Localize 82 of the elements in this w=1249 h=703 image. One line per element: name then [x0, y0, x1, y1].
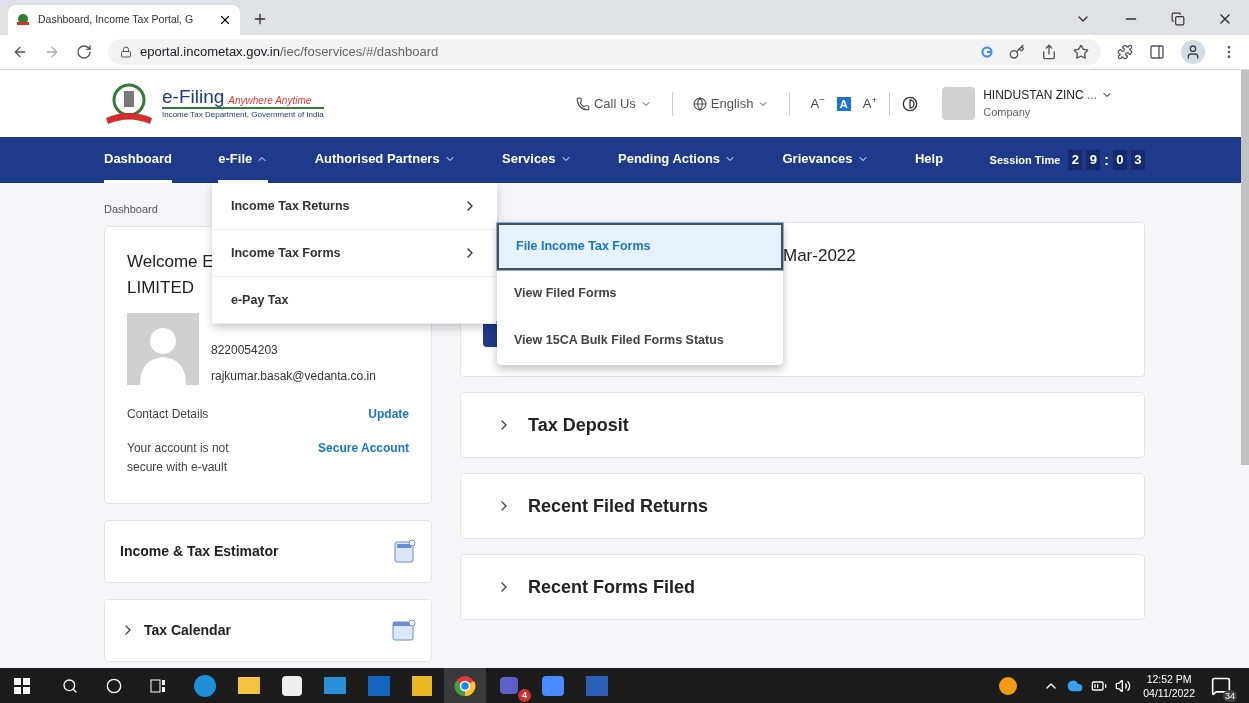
nav-tab[interactable]: Help [915, 137, 944, 183]
task-view-icon[interactable] [150, 677, 166, 694]
browser-tab[interactable]: Dashboard, Income Tax Portal, G [8, 5, 240, 35]
submenu-item[interactable]: View Filed Forms [497, 270, 783, 317]
contrast-icon[interactable] [902, 95, 919, 112]
calendar-icon [392, 619, 416, 641]
timer-digit: : [1104, 150, 1109, 170]
emblem-logo-icon [104, 81, 154, 126]
bookmark-star-icon[interactable] [1073, 44, 1089, 60]
brand-name: e-Filing [162, 86, 225, 106]
accordion-title: Recent Forms Filed [528, 575, 696, 599]
card-title: Mar-2022 [783, 245, 857, 267]
menu-item[interactable]: Income Tax Returns [212, 183, 497, 230]
nav-tab[interactable]: Grievances [782, 137, 869, 183]
tool-card[interactable]: Income & Tax Estimator [104, 519, 432, 583]
notification-count: 34 [1223, 689, 1237, 702]
user-role: Company [983, 105, 1032, 121]
restore-icon[interactable] [1171, 12, 1185, 26]
windows-start-icon[interactable] [14, 677, 30, 694]
call-us-button[interactable]: Call Us [575, 93, 652, 114]
department-text: Income Tax Department, Government of India [162, 108, 324, 121]
welcome-heading: LIMITED [127, 276, 195, 299]
extensions-icon[interactable] [1117, 44, 1133, 60]
user-avatar [942, 87, 976, 120]
timer-digit: 3 [1130, 150, 1145, 170]
email-text: rajkumar.basak@vedanta.co.in [211, 367, 376, 385]
back-icon[interactable] [12, 44, 28, 60]
nav-tab[interactable]: Pending Actions [618, 137, 737, 183]
chrome-icon [454, 674, 476, 697]
tab-title: Dashboard, Income Tax Portal, G [38, 12, 195, 28]
security-notice: Your account is not secure with e-vault [127, 439, 230, 476]
timer-digit: 2 [1068, 150, 1083, 170]
weather-sun-icon[interactable] [999, 676, 1018, 695]
contact-details-label: Contact Details [127, 405, 209, 423]
profile-avatar[interactable] [1181, 40, 1205, 64]
accordion-header[interactable]: Recent Filed Returns [460, 473, 1145, 539]
session-time-label: Session Time [989, 152, 1061, 168]
font-size-button[interactable]: A [836, 96, 851, 111]
share-icon[interactable] [1041, 44, 1057, 60]
accordion-header[interactable]: Tax Deposit [460, 392, 1145, 458]
clock-time[interactable]: 12:52 PM [1146, 671, 1192, 686]
reload-icon[interactable] [76, 44, 92, 60]
new-tab-icon[interactable] [252, 11, 268, 27]
font-size-button[interactable]: A$^{−}$ [810, 93, 825, 114]
font-size-button[interactable]: A$^{+}$ [862, 93, 878, 114]
lock-icon [120, 46, 132, 58]
phone-number: 8220054203 [211, 341, 279, 359]
submenu-item[interactable]: View 15CA Bulk Filed Forms Status [497, 317, 783, 364]
update-link[interactable]: Update [368, 404, 409, 423]
notification-badge: 4 [518, 689, 531, 702]
accordion-title: Tax Deposit [528, 413, 629, 437]
timer-digit: 9 [1086, 150, 1101, 170]
close-icon[interactable] [218, 13, 232, 27]
side-panel-icon[interactable] [1149, 44, 1165, 60]
google-icon[interactable] [981, 46, 993, 58]
nav-tab[interactable]: Dashboard [104, 137, 172, 183]
cortana-circle-icon[interactable] [106, 677, 122, 694]
key-icon[interactable] [1009, 44, 1025, 60]
language-button[interactable]: English [692, 93, 770, 114]
phone-icon [575, 96, 590, 111]
nav-tab[interactable]: Services [502, 137, 572, 183]
brand-tagline: Anywhere Anytime [228, 95, 312, 106]
timer-digit: 0 [1112, 150, 1127, 170]
search-icon[interactable] [62, 677, 78, 694]
address-field[interactable]: eportal.incometax.gov.in/iec/foservices/#/dashboard [108, 39, 1101, 65]
nav-tab[interactable]: Authorised Partners [314, 137, 456, 183]
globe-icon [692, 96, 707, 111]
user-name: HINDUSTAN ZINC ... [983, 87, 1097, 105]
url-text: eportal.incometax.gov.in/iec/foservices/#/dashboard [140, 43, 439, 62]
emblem-icon [16, 13, 30, 27]
scrollbar[interactable] [1241, 70, 1249, 465]
card-title: Income & Tax Estimator [120, 541, 280, 561]
secure-account-link[interactable]: Secure Account [318, 438, 409, 477]
submenu-item[interactable]: File Income Tax Forms [497, 223, 783, 270]
accordion-header[interactable]: Recent Forms Filed [460, 554, 1145, 620]
card-title: Tax Calendar [144, 620, 232, 640]
volume-icon[interactable] [1115, 677, 1132, 694]
clock-date[interactable]: 04/11/2022 [1143, 685, 1195, 700]
tool-card[interactable]: Tax Calendar [104, 598, 432, 662]
calculator-icon [394, 539, 416, 563]
chrome-taskbar-button[interactable] [444, 668, 486, 703]
accordion-title: Recent Filed Returns [528, 494, 709, 518]
